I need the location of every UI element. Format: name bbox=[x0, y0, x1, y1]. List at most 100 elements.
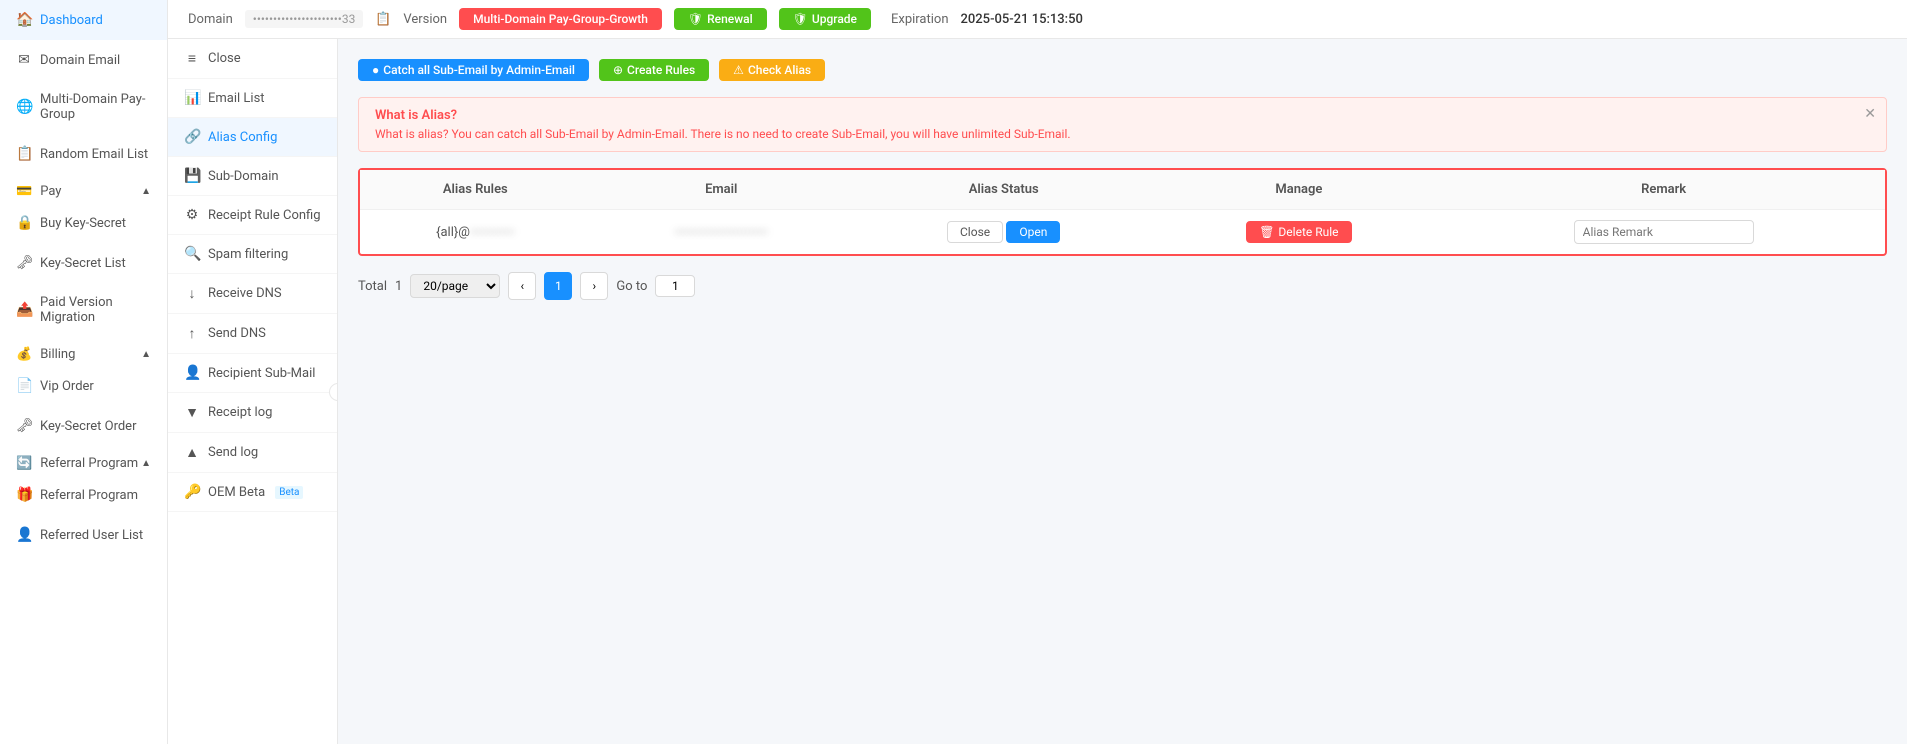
left-nav-spam-filtering[interactable]: 🔍 Spam filtering bbox=[168, 235, 337, 274]
cell-alias-status: Close Open bbox=[852, 210, 1156, 255]
globe-icon: 🌐 bbox=[16, 99, 32, 115]
per-page-select[interactable]: 20/page 50/page 100/page bbox=[410, 274, 500, 298]
col-alias-rules: Alias Rules bbox=[360, 170, 591, 210]
main-area: Domain ••••••••••••••••••••••33 📋 Versio… bbox=[168, 0, 1907, 744]
down-arrow-icon: ↓ bbox=[184, 285, 200, 302]
shield-icon: 🛡 bbox=[688, 12, 703, 26]
migration-icon: 📤 bbox=[16, 302, 32, 318]
delete-rule-button[interactable]: 🗑 Delete Rule bbox=[1246, 221, 1351, 243]
left-nav-sub-domain[interactable]: 💾 Sub-Domain bbox=[168, 157, 337, 196]
goto-input[interactable] bbox=[655, 275, 695, 297]
billing-icon: 💰 bbox=[16, 347, 32, 362]
order-icon: 📄 bbox=[16, 378, 32, 394]
table-header: Alias Rules Email Alias Status Manage Re… bbox=[360, 170, 1885, 210]
trash-icon: 🗑 bbox=[1259, 225, 1274, 239]
open-status-button[interactable]: Open bbox=[1006, 221, 1060, 243]
chevron-up-icon3: ▲ bbox=[141, 458, 151, 469]
left-nav-receipt-rule[interactable]: ⚙ Receipt Rule Config bbox=[168, 196, 337, 235]
prev-page-button[interactable]: ‹ bbox=[508, 272, 536, 300]
upgrade-icon: 🛡 bbox=[793, 12, 808, 26]
alert-close-button[interactable]: ✕ bbox=[1864, 106, 1876, 122]
dashboard-icon: 🏠 bbox=[16, 12, 32, 28]
sidebar-item-billing[interactable]: 💰 Billing ▲ bbox=[0, 337, 167, 366]
left-nav-email-list[interactable]: 📊 Email List bbox=[168, 79, 337, 118]
sidebar-item-vip-order[interactable]: 📄 Vip Order bbox=[0, 366, 167, 406]
close-status-button[interactable]: Close bbox=[947, 221, 1003, 243]
alert-text: What is alias? You can catch all Sub-Ema… bbox=[375, 127, 1870, 141]
gift-icon: 🎁 bbox=[16, 487, 32, 503]
key-icon: 🗝 bbox=[16, 255, 32, 271]
down-triangle-icon: ▼ bbox=[184, 404, 200, 421]
left-nav-receive-dns[interactable]: ↓ Receive DNS bbox=[168, 274, 337, 314]
version-button[interactable]: Multi-Domain Pay-Group-Growth bbox=[459, 8, 662, 30]
key-order-icon: 🗝 bbox=[16, 418, 32, 434]
sidebar-item-key-secret-list[interactable]: 🗝 Key-Secret List bbox=[0, 243, 167, 283]
alias-alert-box: What is Alias? What is alias? You can ca… bbox=[358, 97, 1887, 152]
save-icon: 💾 bbox=[184, 168, 200, 184]
chevron-up-icon: ▲ bbox=[141, 186, 151, 197]
total-label: Total bbox=[358, 279, 387, 294]
col-email: Email bbox=[591, 170, 852, 210]
warning-icon: ⚠ bbox=[733, 63, 744, 77]
dot-icon: ● bbox=[372, 63, 379, 77]
alias-table-container: Alias Rules Email Alias Status Manage Re… bbox=[358, 168, 1887, 256]
next-page-button[interactable]: › bbox=[580, 272, 608, 300]
cell-alias-rules: {all}@••••••••••• bbox=[360, 210, 591, 255]
left-nav-send-log[interactable]: ▲ Send log bbox=[168, 433, 337, 473]
page-1-button[interactable]: 1 bbox=[544, 272, 572, 300]
left-nav-recipient-sub[interactable]: 👤 Recipient Sub-Mail bbox=[168, 354, 337, 393]
upgrade-button[interactable]: 🛡 Upgrade bbox=[779, 8, 871, 30]
sidebar-item-domain-email[interactable]: ✉ Domain Email bbox=[0, 40, 167, 80]
cell-manage: 🗑 Delete Rule bbox=[1155, 210, 1442, 255]
menu-icon: ≡ bbox=[184, 50, 200, 67]
copy-icon[interactable]: 📋 bbox=[375, 12, 391, 27]
sidebar-item-pay[interactable]: 💳 Pay ▲ bbox=[0, 174, 167, 203]
check-alias-button[interactable]: ⚠ Check Alias bbox=[719, 59, 825, 81]
sidebar-item-buy-key-secret[interactable]: 🔒 Buy Key-Secret bbox=[0, 203, 167, 243]
email-icon: ✉ bbox=[16, 52, 32, 68]
renewal-button[interactable]: 🛡 Renewal bbox=[674, 8, 767, 30]
cell-remark bbox=[1442, 210, 1885, 255]
left-nav-panel: ‹ ≡ Close 📊 Email List 🔗 Alias Config 💾 … bbox=[168, 39, 338, 744]
person-icon: 👤 bbox=[184, 365, 200, 381]
goto-label: Go to bbox=[616, 279, 647, 294]
remark-input[interactable] bbox=[1574, 220, 1754, 244]
gear-icon: ⚙ bbox=[184, 207, 200, 223]
total-value: 1 bbox=[395, 279, 402, 294]
left-nav-alias-config[interactable]: 🔗 Alias Config bbox=[168, 118, 337, 157]
sidebar-item-multi-domain[interactable]: 🌐 Multi-Domain Pay-Group bbox=[0, 80, 167, 134]
left-nav-receipt-log[interactable]: ▼ Receipt log bbox=[168, 393, 337, 433]
referral-icon: 🔄 bbox=[16, 456, 32, 471]
expiration-label: Expiration bbox=[891, 12, 949, 27]
catch-all-button[interactable]: ● Catch all Sub-Email by Admin-Email bbox=[358, 59, 589, 81]
circle-plus-icon: ⊕ bbox=[613, 63, 623, 77]
pay-icon: 💳 bbox=[16, 184, 32, 199]
header-bar: Domain ••••••••••••••••••••••33 📋 Versio… bbox=[168, 0, 1907, 39]
up-arrow-icon: ↑ bbox=[184, 325, 200, 342]
action-row: ● Catch all Sub-Email by Admin-Email ⊕ C… bbox=[358, 59, 1887, 81]
beta-badge: Beta bbox=[275, 486, 303, 499]
pagination: Total 1 20/page 50/page 100/page ‹ 1 › G… bbox=[358, 272, 1887, 300]
domain-value: ••••••••••••••••••••••33 bbox=[245, 10, 364, 28]
sidebar-item-paid-version[interactable]: 📤 Paid Version Migration bbox=[0, 283, 167, 337]
right-content: ● Catch all Sub-Email by Admin-Email ⊕ C… bbox=[338, 39, 1907, 744]
version-label: Version bbox=[403, 12, 447, 27]
chart-icon: 📊 bbox=[184, 90, 200, 106]
create-rules-button[interactable]: ⊕ Create Rules bbox=[599, 59, 709, 81]
link-icon: 🔗 bbox=[184, 129, 200, 145]
sidebar-item-random-email[interactable]: 📋 Random Email List bbox=[0, 134, 167, 174]
left-nav-send-dns[interactable]: ↑ Send DNS bbox=[168, 314, 337, 354]
left-nav-oem[interactable]: 🔑 OEM Beta Beta bbox=[168, 473, 337, 512]
table-body: {all}@••••••••••• ••••••••••••••••••••••… bbox=[360, 210, 1885, 255]
sidebar-item-referral-program[interactable]: 🎁 Referral Program bbox=[0, 475, 167, 515]
left-nav-close[interactable]: ≡ Close bbox=[168, 39, 337, 79]
sidebar-item-dashboard[interactable]: 🏠 Dashboard bbox=[0, 0, 167, 40]
list-icon: 📋 bbox=[16, 146, 32, 162]
sidebar-item-referral-group[interactable]: 🔄 Referral Program ▲ bbox=[0, 446, 167, 475]
sidebar-item-referred-user[interactable]: 👤 Referred User List bbox=[0, 515, 167, 555]
up-triangle-icon: ▲ bbox=[184, 444, 200, 461]
sidebar: 🏠 Dashboard ✉ Domain Email 🌐 Multi-Domai… bbox=[0, 0, 168, 744]
col-remark: Remark bbox=[1442, 170, 1885, 210]
col-alias-status: Alias Status bbox=[852, 170, 1156, 210]
sidebar-item-key-secret-order[interactable]: 🗝 Key-Secret Order bbox=[0, 406, 167, 446]
